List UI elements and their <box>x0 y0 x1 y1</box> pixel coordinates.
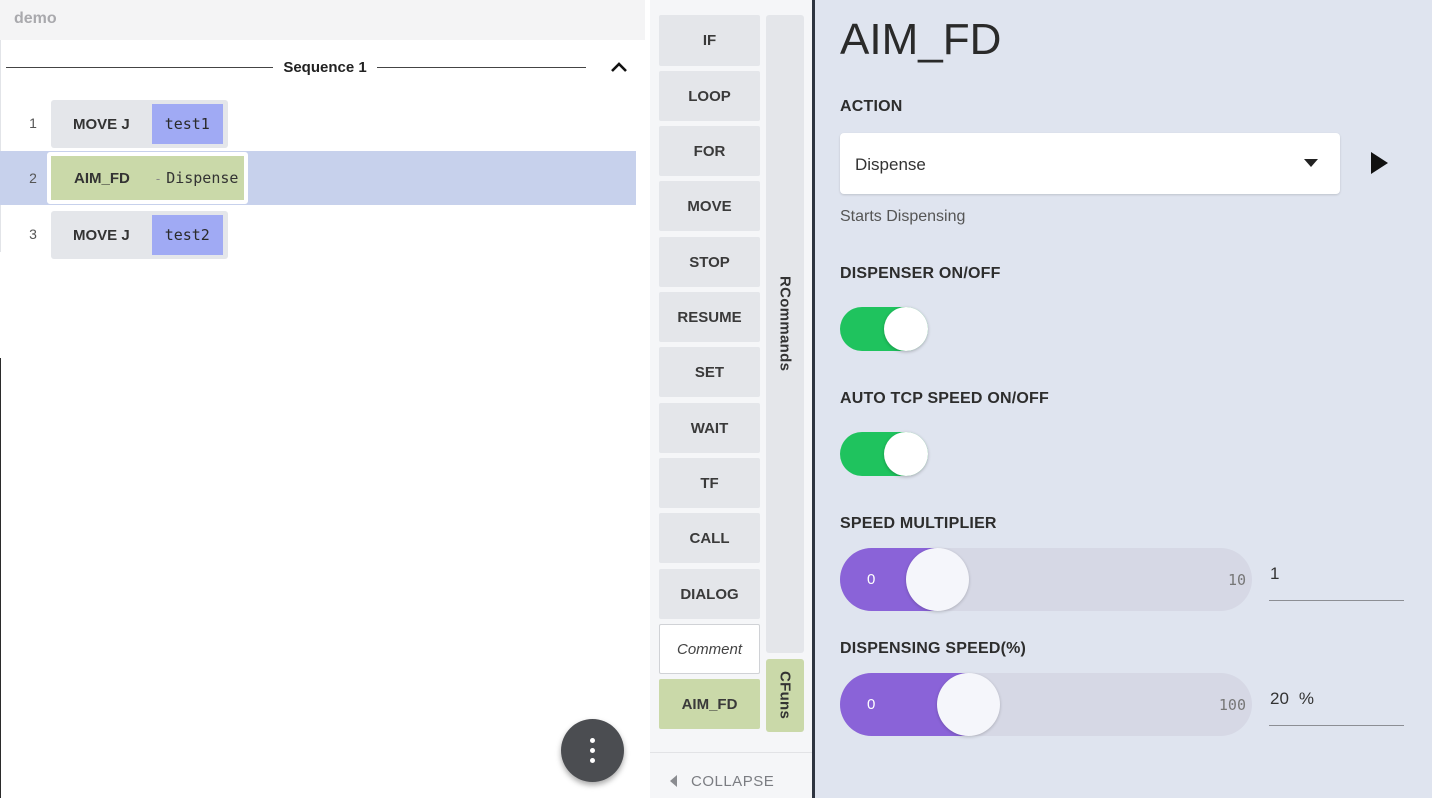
dispensing-speed-slider[interactable]: 0 100 <box>840 673 1252 736</box>
sequence-header: Sequence 1 <box>0 50 645 86</box>
palette-command-loop[interactable]: LOOP <box>659 71 760 121</box>
slider-max: 100 <box>1218 696 1246 714</box>
auto-tcp-toggle-label: AUTO TCP SPEED ON/OFF <box>840 390 1049 407</box>
action-select[interactable]: Dispense <box>840 133 1340 194</box>
slider-max: 10 <box>1227 571 1246 589</box>
palette-command-set[interactable]: SET <box>659 347 760 397</box>
palette-command-wait[interactable]: WAIT <box>659 403 760 453</box>
command-title: AIM_FD <box>840 15 1002 64</box>
command-param[interactable]: test2 <box>151 215 223 255</box>
dispenser-toggle-label: DISPENSER ON/OFF <box>840 265 1001 282</box>
app-root: demo Sequence 1 1 MOVE J test1 2 AIM_FD … <box>0 0 1432 798</box>
speed-multiplier-label: SPEED MULTIPLIER <box>840 515 997 532</box>
program-title: demo <box>14 10 57 27</box>
command-param[interactable]: test1 <box>151 104 223 144</box>
slider-handle[interactable] <box>937 673 1001 736</box>
tab-label: CFuns <box>776 671 794 720</box>
divider <box>650 752 812 753</box>
input-unit: % <box>1298 689 1315 708</box>
palette-command-resume[interactable]: RESUME <box>659 292 760 342</box>
sequence-row[interactable]: 1 MOVE J test1 <box>0 96 645 150</box>
palette-command-call[interactable]: CALL <box>659 513 760 563</box>
auto-tcp-toggle[interactable] <box>840 432 928 476</box>
divider <box>6 67 273 68</box>
chevron-up-icon <box>611 62 627 72</box>
action-description: Starts Dispensing <box>840 208 966 225</box>
sequence-row-selected[interactable]: 2 AIM_FD - Dispense <box>0 151 636 205</box>
row-number: 3 <box>29 226 37 242</box>
divider <box>377 67 586 68</box>
toggle-knob <box>884 432 928 476</box>
dispensing-speed-label: DISPENSING SPEED(%) <box>840 640 1027 657</box>
chevron-left-icon <box>670 775 677 787</box>
palette-command-for[interactable]: FOR <box>659 126 760 176</box>
speed-multiplier-slider[interactable]: 0 10 <box>840 548 1252 611</box>
command-block-aim-fd[interactable]: AIM_FD - Dispense <box>47 152 249 204</box>
command-block-move-j[interactable]: MOVE J test1 <box>51 100 228 148</box>
tab-label: RCommands <box>776 276 794 372</box>
more-actions-button[interactable] <box>561 719 624 782</box>
palette-command-move[interactable]: MOVE <box>659 181 760 231</box>
tab-rcommands[interactable]: RCommands <box>766 15 804 653</box>
action-label: ACTION <box>840 98 903 115</box>
palette-command-comment[interactable]: Comment <box>659 624 760 674</box>
collapse-button[interactable]: COLLAPSE <box>670 771 774 791</box>
row-number: 2 <box>29 170 37 186</box>
input-value: 20 <box>1270 689 1289 708</box>
row-number: 1 <box>29 115 37 131</box>
dispenser-toggle[interactable] <box>840 307 928 351</box>
palette-command-dialog[interactable]: DIALOG <box>659 569 760 619</box>
command-palette: IF LOOP FOR MOVE STOP RESUME SET WAIT TF… <box>650 0 812 798</box>
play-icon[interactable] <box>1371 152 1388 174</box>
slider-min: 0 <box>867 571 876 588</box>
palette-command-if[interactable]: IF <box>659 15 760 66</box>
speed-multiplier-input[interactable]: 1 <box>1269 548 1404 601</box>
palette-command-tf[interactable]: TF <box>659 458 760 508</box>
slider-handle[interactable] <box>906 548 970 611</box>
command-param[interactable]: Dispense <box>166 169 238 187</box>
command-properties-panel: AIM_FD ACTION Dispense Starts Dispensing… <box>815 0 1432 798</box>
command-label: MOVE J <box>73 226 130 244</box>
sequence-title: Sequence 1 <box>283 59 367 76</box>
program-title-bar: demo <box>0 0 645 40</box>
sequence-row[interactable]: 3 MOVE J test2 <box>0 207 645 261</box>
command-label: AIM_FD <box>74 169 130 187</box>
panel-border <box>0 358 1 798</box>
slider-min: 0 <box>867 696 876 713</box>
input-value: 1 <box>1270 564 1280 583</box>
dispensing-speed-input[interactable]: 20 % <box>1269 673 1404 726</box>
toggle-knob <box>884 307 928 351</box>
command-label: MOVE J <box>73 115 130 133</box>
param-separator: - <box>155 170 161 186</box>
tab-cfuns[interactable]: CFuns <box>766 659 804 732</box>
palette-command-stop[interactable]: STOP <box>659 237 760 287</box>
dropdown-arrow-icon <box>1304 159 1318 167</box>
action-select-value: Dispense <box>855 155 926 174</box>
palette-command-aim-fd[interactable]: AIM_FD <box>659 679 760 729</box>
command-block-move-j[interactable]: MOVE J test2 <box>51 211 228 259</box>
collapse-sequence-button[interactable] <box>606 56 632 80</box>
collapse-label: COLLAPSE <box>691 772 775 790</box>
sequence-editor: demo Sequence 1 1 MOVE J test1 2 AIM_FD … <box>0 0 650 798</box>
